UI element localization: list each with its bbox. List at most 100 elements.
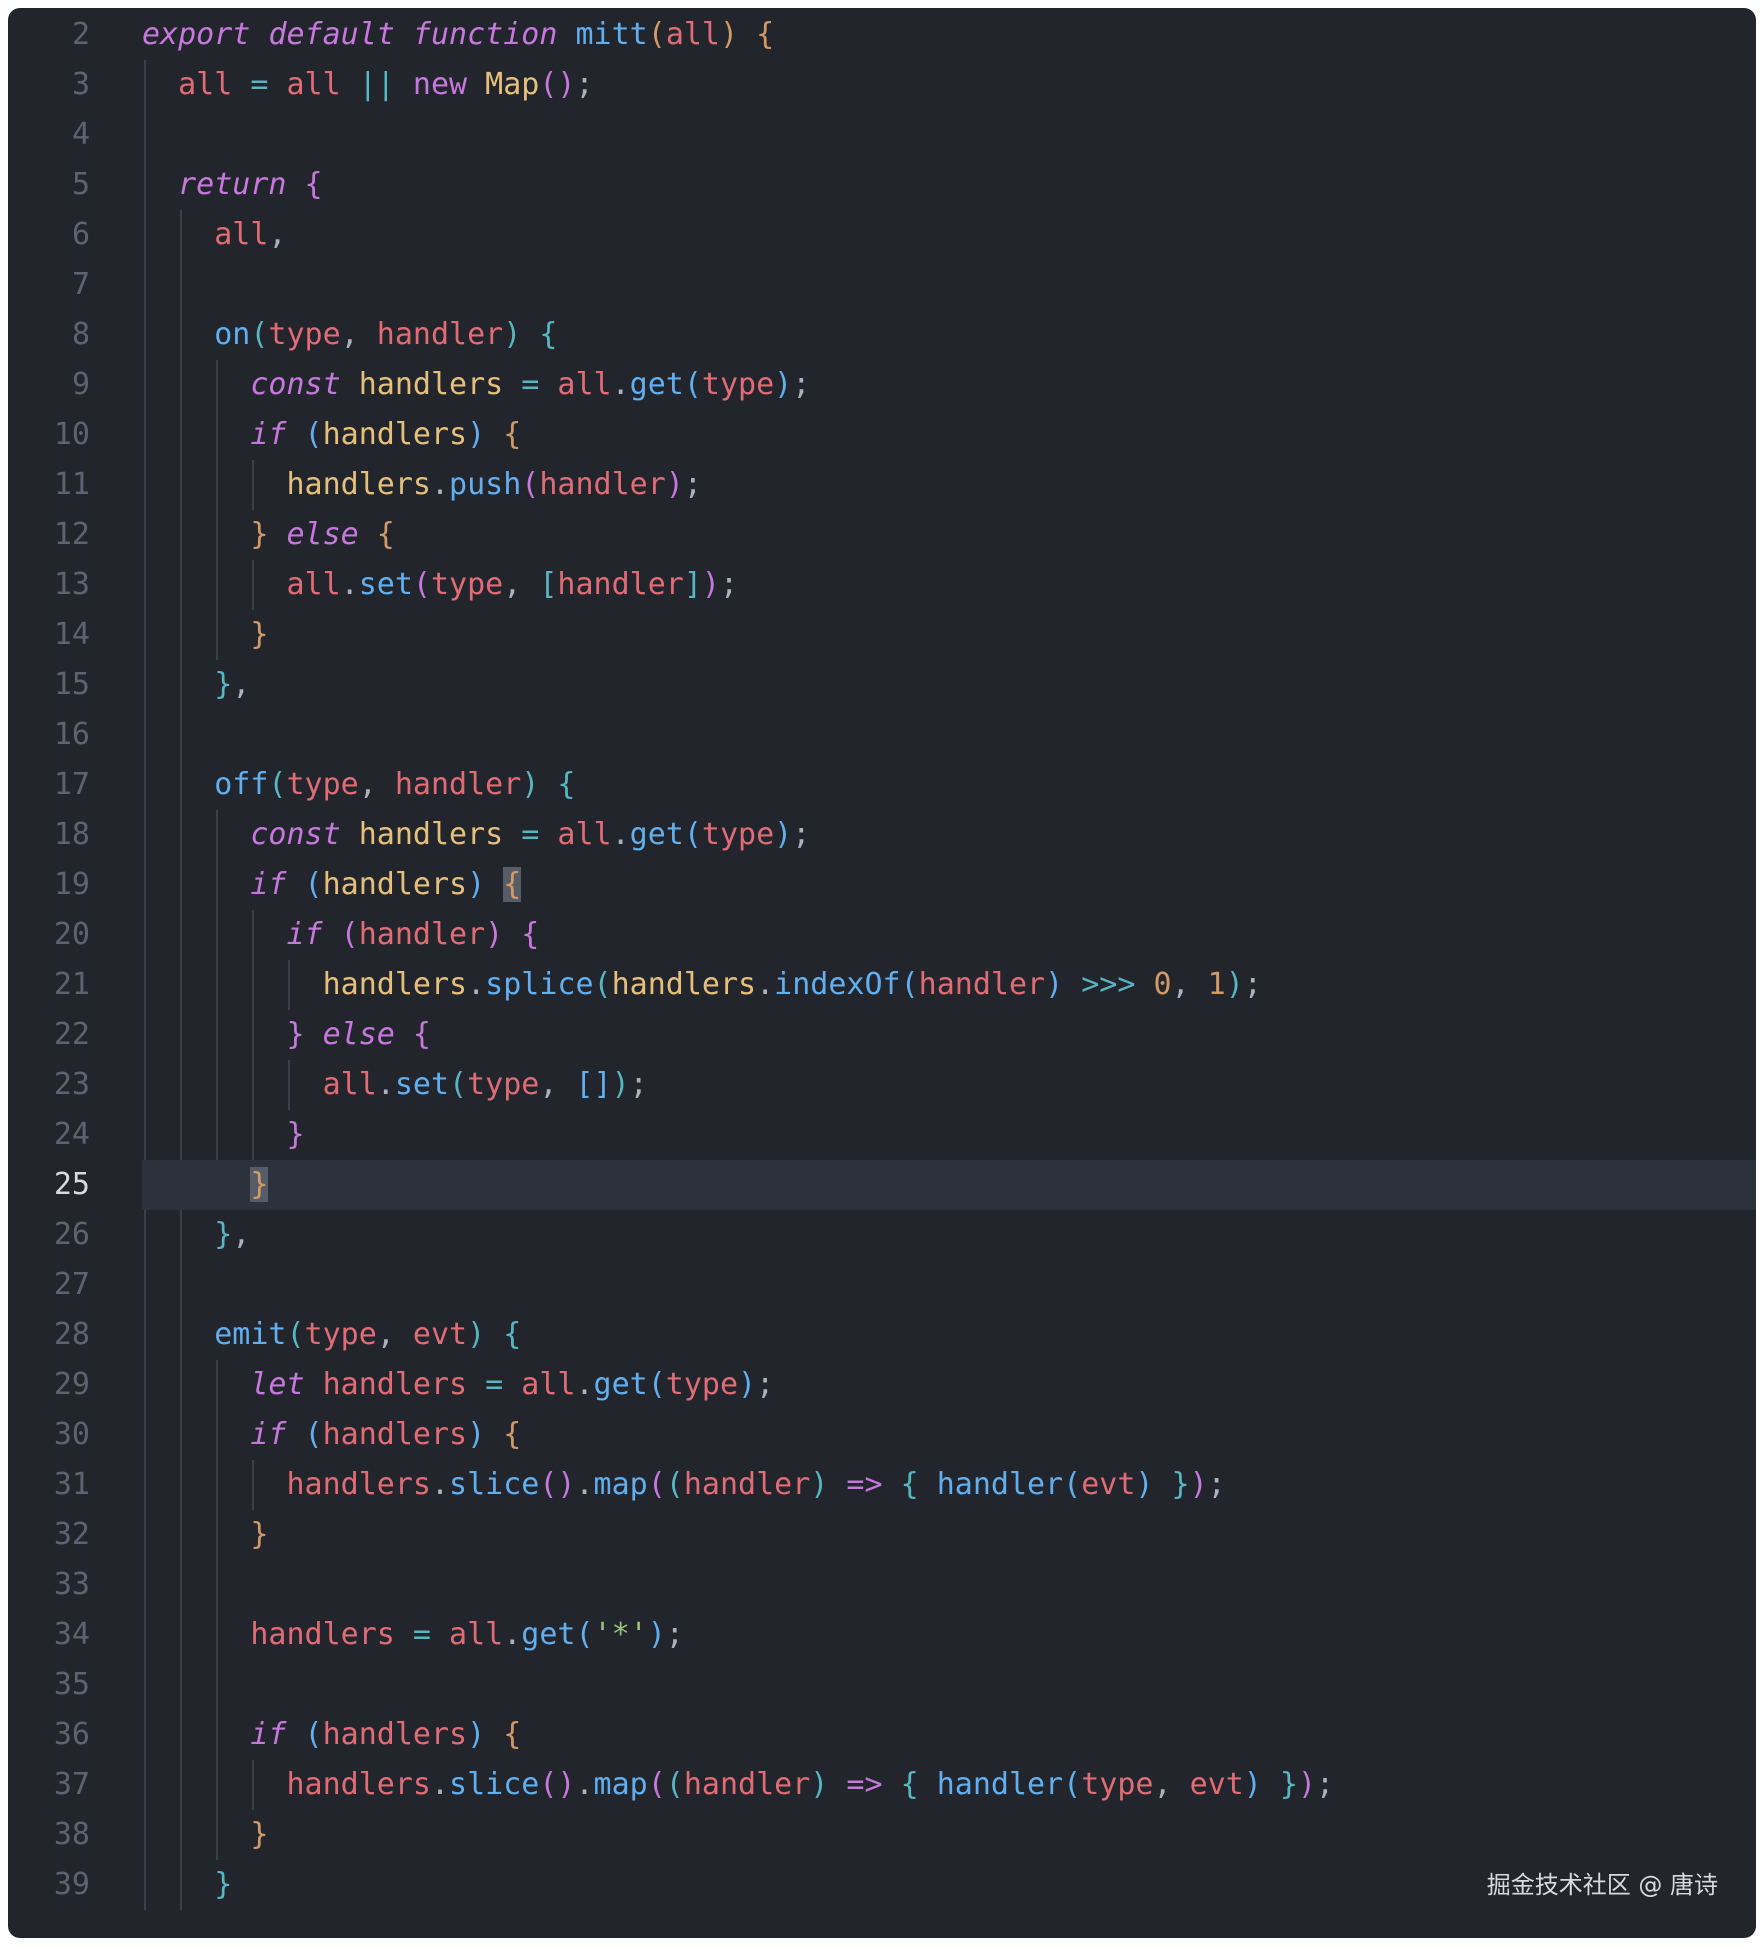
code-token: push xyxy=(449,467,522,502)
line-number: 3 xyxy=(71,67,90,102)
line-code: } xyxy=(214,1860,232,1910)
code-token: , xyxy=(232,667,251,702)
code-token: ( xyxy=(900,967,919,1002)
code-line[interactable]: 22} else { xyxy=(8,1010,1756,1060)
code-token: new xyxy=(412,67,468,102)
code-token: ) xyxy=(557,1467,576,1502)
code-token: { xyxy=(503,867,522,902)
code-token: { xyxy=(503,1317,522,1352)
code-token: default xyxy=(268,17,395,52)
code-line[interactable]: 11 handlers.push(handler); xyxy=(8,460,1756,510)
code-line[interactable]: 6 all, xyxy=(8,210,1756,260)
line-number: 2 xyxy=(71,17,90,52)
code-line[interactable]: 32} xyxy=(8,1510,1756,1560)
code-line[interactable]: 7 xyxy=(8,260,1756,310)
code-token: handlers xyxy=(286,1467,431,1502)
code-token: handler xyxy=(936,1767,1064,1802)
code-token: off xyxy=(214,767,269,802)
code-line[interactable]: 19 if (handlers) { xyxy=(8,860,1756,910)
code-line[interactable]: 30 if (handlers) { xyxy=(8,1410,1756,1460)
code-line[interactable]: 37 handlers.slice().map((handler) => { ha… xyxy=(8,1760,1756,1810)
code-token: if xyxy=(250,1717,287,1752)
code-token: type xyxy=(1081,1767,1154,1802)
code-token: } xyxy=(250,517,269,552)
code-token: } xyxy=(286,1117,305,1152)
code-line[interactable]: 2 export default function mitt(all) { xyxy=(8,10,1756,60)
code-token: all xyxy=(286,567,341,602)
code-token: . xyxy=(467,967,486,1002)
line-number: 33 xyxy=(53,1567,90,1602)
code-line[interactable]: 35 xyxy=(8,1660,1756,1710)
line-number: 19 xyxy=(53,867,90,902)
code-token: = xyxy=(250,67,269,102)
code-token: ( xyxy=(340,917,359,952)
code-line[interactable]: 36 if (handlers) { xyxy=(8,1710,1756,1760)
code-token: , xyxy=(376,1317,413,1352)
line-number: 28 xyxy=(53,1317,90,1352)
line-code: } xyxy=(250,1160,269,1210)
code-editor[interactable]: 2 export default function mitt(all) {3 all… xyxy=(8,8,1756,1938)
code-token: const xyxy=(250,817,341,852)
code-line[interactable]: 25} xyxy=(8,1160,1756,1210)
code-token: evt xyxy=(1189,1767,1244,1802)
code-line[interactable]: 38} xyxy=(8,1810,1756,1860)
code-line[interactable]: 13 all.set(type, [handler]); xyxy=(8,560,1756,610)
code-token: handler xyxy=(539,467,666,502)
code-line[interactable]: 21 handlers.splice(handlers.indexOf(handl… xyxy=(8,960,1756,1010)
line-number: 35 xyxy=(53,1667,90,1702)
line-code: export default function mitt(all) { xyxy=(142,10,774,60)
code-line[interactable]: 8 on(type, handler) { xyxy=(8,310,1756,360)
code-line[interactable]: 12} else { xyxy=(8,510,1756,560)
code-line[interactable]: 24} xyxy=(8,1110,1756,1160)
code-line[interactable]: 23 all.set(type, []); xyxy=(8,1060,1756,1110)
code-token: } xyxy=(214,1867,233,1902)
line-number: 20 xyxy=(53,917,90,952)
code-line[interactable]: 28 emit(type, evt) { xyxy=(8,1310,1756,1360)
code-line[interactable]: 10 if (handlers) { xyxy=(8,410,1756,460)
line-number: 30 xyxy=(53,1417,90,1452)
code-token: ( xyxy=(647,1767,666,1802)
line-number: 25 xyxy=(53,1167,90,1202)
code-line[interactable]: 26}, xyxy=(8,1210,1756,1260)
code-line[interactable]: 9 const handlers = all.get(type); xyxy=(8,360,1756,410)
code-token: ( xyxy=(539,1467,558,1502)
code-line[interactable]: 20 if (handler) { xyxy=(8,910,1756,960)
code-token: type xyxy=(430,567,504,602)
code-line[interactable]: 34 handlers = all.get('*'); xyxy=(8,1610,1756,1660)
line-number: 13 xyxy=(53,567,90,602)
code-line[interactable]: 27 xyxy=(8,1260,1756,1310)
code-line[interactable]: 14} xyxy=(8,610,1756,660)
code-token: handler xyxy=(557,567,684,602)
code-line[interactable]: 31 handlers.slice().map((handler) => { ha… xyxy=(8,1460,1756,1510)
code-line[interactable]: 18 const handlers = all.get(type); xyxy=(8,810,1756,860)
code-token: } xyxy=(286,1017,305,1052)
line-code: handlers = all.get('*'); xyxy=(250,1610,684,1660)
code-token: ) xyxy=(611,1067,630,1102)
code-line[interactable]: 4 xyxy=(8,110,1756,160)
code-token: ( xyxy=(449,1067,468,1102)
code-token: Map xyxy=(485,67,540,102)
code-line[interactable]: 33 xyxy=(8,1560,1756,1610)
code-line[interactable]: 5 return { xyxy=(8,160,1756,210)
code-token: ( xyxy=(268,767,287,802)
line-number: 21 xyxy=(53,967,90,1002)
code-token: ( xyxy=(665,1767,684,1802)
code-line[interactable]: 15}, xyxy=(8,660,1756,710)
code-line[interactable]: 16 xyxy=(8,710,1756,760)
code-line[interactable]: 3 all = all || new Map(); xyxy=(8,60,1756,110)
code-line[interactable]: 29 let handlers = all.get(type); xyxy=(8,1360,1756,1410)
code-line[interactable]: 17 off(type, handler) { xyxy=(8,760,1756,810)
